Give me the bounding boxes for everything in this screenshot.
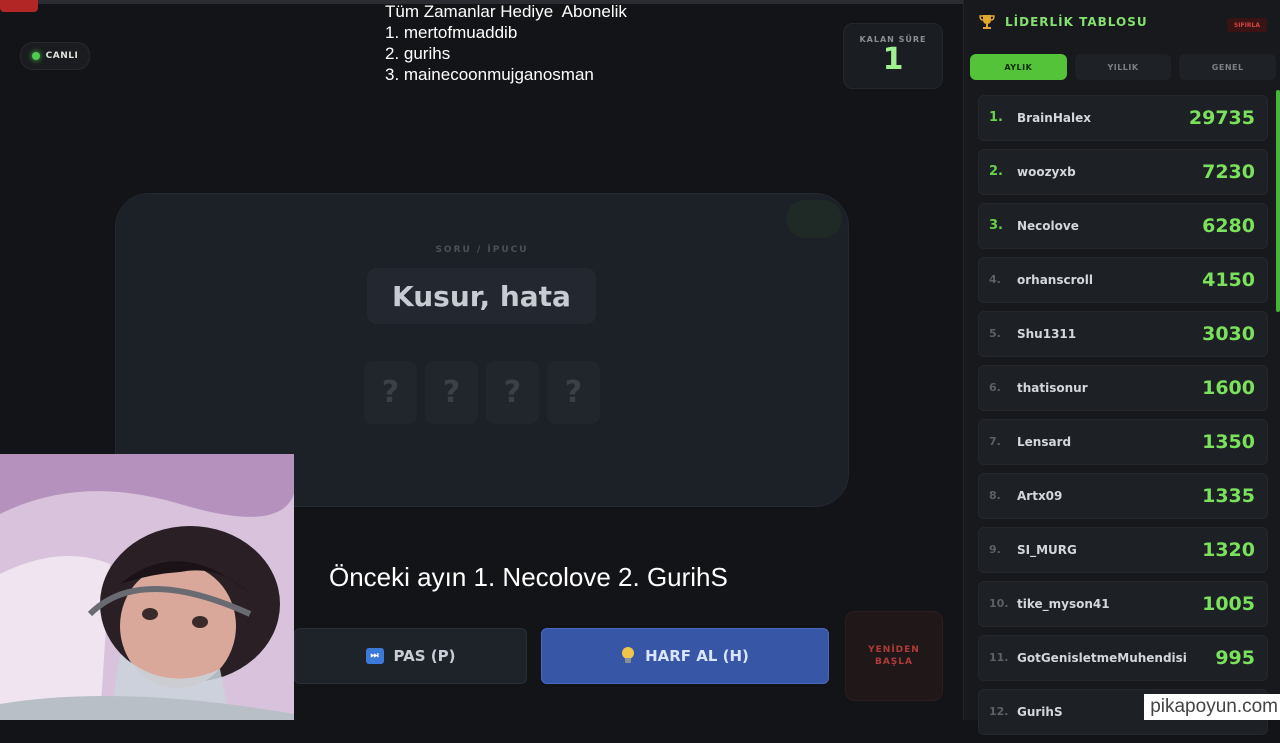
webcam-image: [0, 454, 294, 720]
leaderboard-row: 11. GotGenisletmeMuhendisi 995: [978, 635, 1268, 681]
leaderboard-row: 8. Artx09 1335: [978, 473, 1268, 519]
trophy-icon: [979, 15, 995, 29]
leaderboard-row: 1. BrainHalex 29735: [978, 95, 1268, 141]
row-name: GotGenisletmeMuhendisi: [1017, 651, 1187, 665]
tab-general[interactable]: GENEL: [1179, 54, 1277, 80]
row-score: 1600: [1202, 377, 1255, 399]
card-glow: [786, 200, 842, 238]
restart-label-line2: BAŞLA: [874, 657, 913, 667]
leaderboard-row: 2. woozyxb 7230: [978, 149, 1268, 195]
row-rank: 3.: [989, 218, 1003, 233]
tab-monthly[interactable]: AYLIK: [970, 54, 1067, 80]
row-score: 3030: [1202, 323, 1255, 345]
row-name: tike_myson41: [1017, 597, 1110, 611]
leaderboard-scrollbar[interactable]: [1276, 90, 1280, 312]
overlay-line: 3. mainecoonmujganosman: [385, 65, 594, 84]
webcam-feed: [0, 454, 294, 720]
letter-slot: ?: [486, 361, 539, 424]
live-label: CANLI: [45, 51, 79, 61]
timer-value: 1: [882, 42, 904, 77]
overlay-line: Tüm Zamanlar Hediye Abonelik: [385, 2, 627, 21]
row-rank: 5.: [989, 327, 1001, 340]
reset-button[interactable]: SIFIRLA: [1227, 18, 1267, 32]
leaderboard-title: LİDERLİK TABLOSU: [1005, 15, 1148, 29]
row-name: Necolove: [1017, 219, 1079, 233]
row-name: woozyxb: [1017, 165, 1076, 179]
live-dot-icon: [31, 52, 40, 60]
leaderboard-row: 10. tike_myson41 1005: [978, 581, 1268, 627]
get-letter-button[interactable]: HARF AL (H): [541, 628, 829, 684]
row-score: 29735: [1188, 107, 1255, 129]
row-rank: 2.: [989, 164, 1003, 179]
get-letter-label: HARF AL (H): [645, 647, 749, 665]
row-name: Artx09: [1017, 489, 1063, 503]
row-rank: 4.: [989, 273, 1001, 286]
row-score: 7230: [1202, 161, 1255, 183]
row-score: 1350: [1202, 431, 1255, 453]
answer-letters: ? ? ? ?: [364, 361, 600, 424]
row-name: Shu1311: [1017, 327, 1077, 341]
pass-button[interactable]: ⏭ PAS (P): [294, 628, 527, 684]
restart-label-line1: YENİDEN: [868, 645, 920, 655]
row-rank: 7.: [989, 435, 1001, 448]
leaderboard-row: 5. Shu1311 3030: [978, 311, 1268, 357]
row-score: 6280: [1202, 215, 1255, 237]
lightbulb-icon: [622, 647, 635, 663]
letter-slot: ?: [547, 361, 600, 424]
leaderboard-panel: LİDERLİK TABLOSU SIFIRLA AYLIK YILLIK GE…: [963, 0, 1280, 735]
row-score: 1005: [1202, 593, 1255, 615]
leaderboard-row: 9. SI_MURG 1320: [978, 527, 1268, 573]
row-score: 995: [1215, 647, 1255, 669]
row-rank: 9.: [989, 543, 1001, 556]
skip-icon: ⏭: [365, 648, 384, 664]
row-rank: 6.: [989, 381, 1001, 394]
pass-label: PAS (P): [393, 647, 456, 665]
row-rank: 8.: [989, 489, 1001, 502]
tab-yearly[interactable]: YILLIK: [1074, 54, 1172, 80]
row-score: 4150: [1202, 269, 1255, 291]
leaderboard-row: 4. orhanscroll 4150: [978, 257, 1268, 303]
site-watermark: pikapoyun.com: [1144, 694, 1280, 720]
time-remaining-box: KALAN SÜRE 1: [843, 23, 943, 89]
row-rank: 10.: [989, 597, 1009, 610]
row-name: Lensard: [1017, 435, 1072, 449]
row-rank: 12.: [989, 705, 1009, 718]
row-name: SI_MURG: [1017, 543, 1077, 557]
row-score: 1320: [1202, 539, 1255, 561]
restart-button[interactable]: YENİDEN BAŞLA: [845, 611, 943, 701]
row-name: BrainHalex: [1017, 111, 1091, 125]
letter-slot: ?: [425, 361, 478, 424]
letter-slot: ?: [364, 361, 417, 424]
previous-month-winners: Önceki ayın 1. Necolove 2. GurihS: [329, 562, 728, 592]
row-name: thatisonur: [1017, 381, 1088, 395]
gift-sub-overlay: Tüm Zamanlar Hediye Abonelik 1. mertofmu…: [385, 1, 627, 85]
row-rank: 11.: [989, 651, 1009, 664]
overlay-line: 2. gurihs: [385, 44, 451, 63]
clue-text: Kusur, hata: [367, 268, 596, 324]
row-rank: 1.: [989, 110, 1003, 125]
leaderboard-tabs: AYLIK YILLIK GENEL: [970, 54, 1277, 80]
leaderboard-row: 7. Lensard 1350: [978, 419, 1268, 465]
row-score: 1335: [1202, 485, 1255, 507]
leaderboard-row: 3. Necolove 6280: [978, 203, 1268, 249]
question-label: SORU / İPUCU: [435, 245, 529, 255]
progress-indicator: [0, 0, 38, 12]
row-name: orhanscroll: [1017, 273, 1093, 287]
leaderboard-row: 6. thatisonur 1600: [978, 365, 1268, 411]
row-name: GurihS: [1017, 705, 1063, 719]
overlay-line: 1. mertofmuaddib: [385, 23, 518, 42]
live-badge: CANLI: [20, 42, 90, 70]
leaderboard-list: 1. BrainHalex 29735 2. woozyxb 7230 3. Necolo…: [978, 95, 1268, 743]
leaderboard-header: LİDERLİK TABLOSU: [979, 14, 1148, 30]
